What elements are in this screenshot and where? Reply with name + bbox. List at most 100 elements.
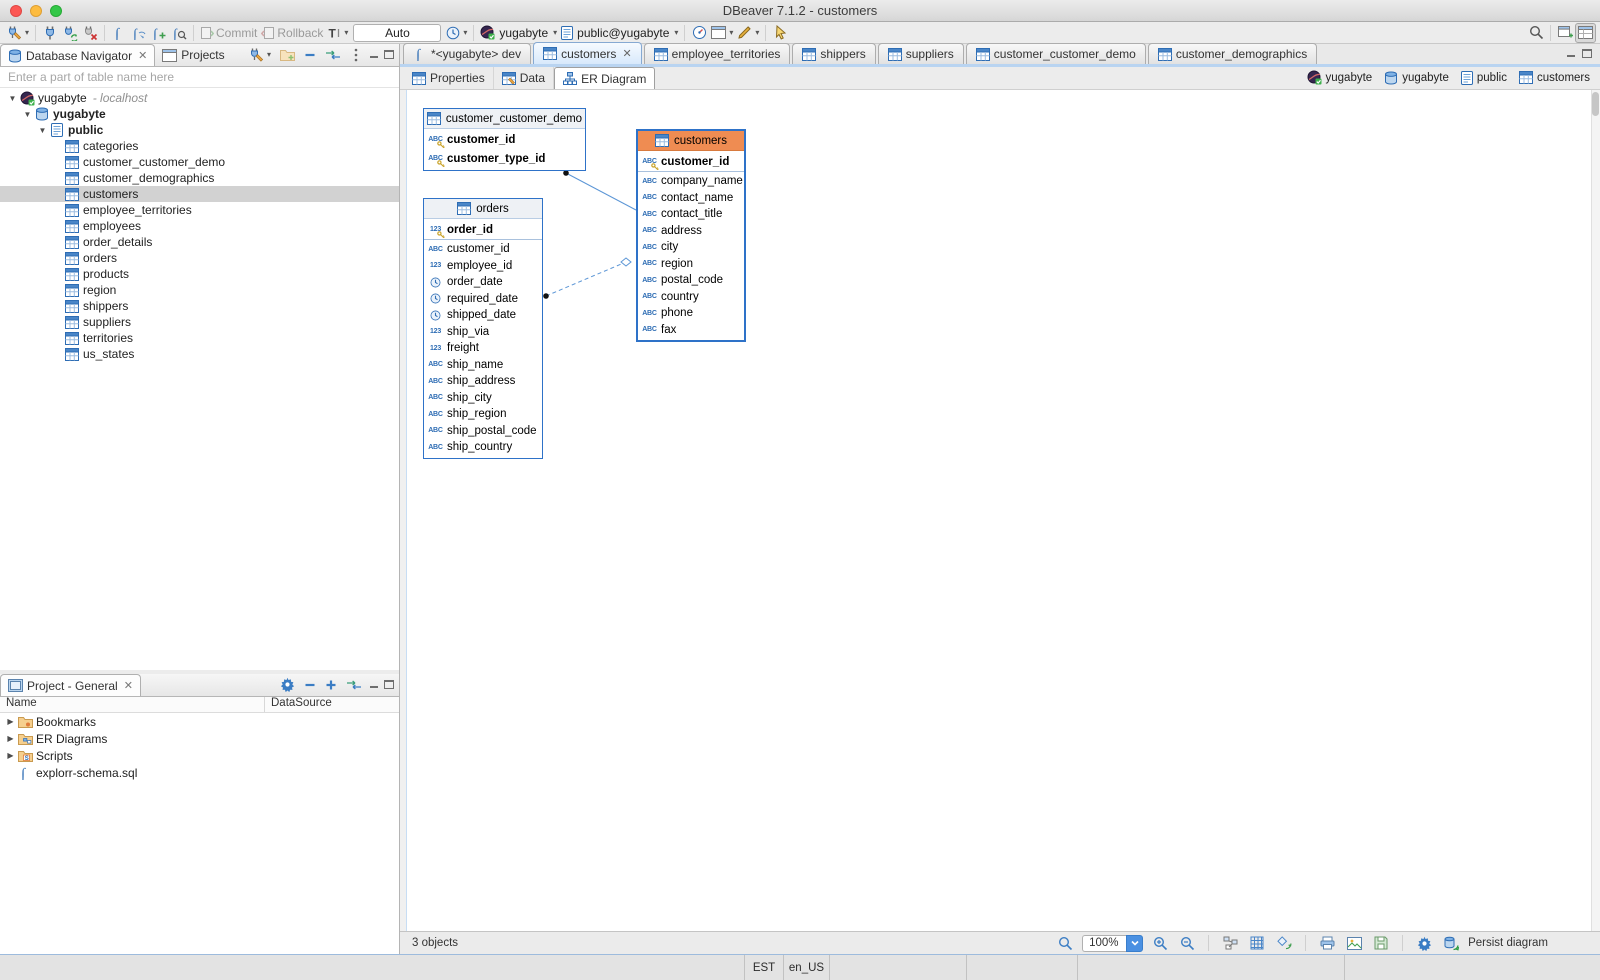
entity-column-company_name[interactable]: ABCcompany_name (638, 173, 744, 190)
entity-column-customer_type_id[interactable]: ABCcustomer_type_id (424, 149, 585, 168)
entity-column-freight[interactable]: 123freight (424, 340, 542, 357)
reconnect-button[interactable] (60, 23, 80, 43)
breadcrumb-yugabyte[interactable]: yugabyte (1384, 71, 1449, 85)
editor-tab-suppliers[interactable]: suppliers (878, 43, 964, 64)
transaction-log-button[interactable]: ▾ (444, 23, 469, 43)
vertical-scrollbar[interactable] (1591, 90, 1600, 931)
tree-item-employees[interactable]: employees (0, 218, 399, 234)
refresh-diagram-button[interactable] (1274, 933, 1294, 953)
sql-find-button[interactable]: ∫ (169, 23, 189, 43)
project-item-Scripts[interactable]: ▶SScripts (0, 747, 399, 764)
expand-arrow-icon[interactable]: ▶ (4, 717, 17, 726)
project-settings-button[interactable] (278, 676, 297, 693)
tab-project-general[interactable]: Project - General ✕ (0, 674, 141, 696)
tree-item-customers[interactable]: customers (0, 186, 399, 202)
minimize-view-button[interactable] (369, 50, 379, 59)
entity-column-customer_id[interactable]: ABCcustomer_id (424, 130, 585, 149)
new-sql-editor-button[interactable]: ∫ (149, 23, 169, 43)
entity-header[interactable]: orders (424, 199, 542, 219)
entity-header[interactable]: customers (638, 131, 744, 151)
zoom-in-button[interactable] (1150, 933, 1170, 953)
subtab-properties[interactable]: Properties (404, 67, 494, 89)
rollback-button[interactable]: Rollback (259, 23, 325, 43)
persist-diagram-button[interactable] (1441, 933, 1461, 953)
entity-column-order_id[interactable]: 123order_id (424, 220, 542, 239)
expand-arrow-icon[interactable]: ▶ (4, 751, 17, 760)
close-view-icon[interactable]: ✕ (138, 49, 147, 62)
maximize-view-button[interactable] (384, 50, 394, 59)
column-datasource[interactable]: DataSource (265, 697, 332, 712)
tree-item-region[interactable]: region (0, 282, 399, 298)
tree-item-us_states[interactable]: us_states (0, 346, 399, 362)
collapse-all-button[interactable] (302, 46, 318, 63)
expand-arrow-icon[interactable]: ▶ (4, 734, 17, 743)
pointer-tool-button[interactable] (770, 23, 790, 43)
sql-recall-button[interactable]: ∫ (129, 23, 149, 43)
entity-column-ship_via[interactable]: 123ship_via (424, 324, 542, 341)
connect-button[interactable] (40, 23, 60, 43)
tree-item-customer_customer_demo[interactable]: customer_customer_demo (0, 154, 399, 170)
project-item-explorr-schema.sql[interactable]: ∫explorr-schema.sql (0, 764, 399, 781)
editor-tab-customer_demographics[interactable]: customer_demographics (1148, 43, 1317, 64)
expand-arrow-icon[interactable]: ▼ (21, 110, 34, 119)
editor-tab-employee_territories[interactable]: employee_territories (644, 43, 791, 64)
entity-column-ship_postal_code[interactable]: ABCship_postal_code (424, 423, 542, 440)
tab-projects[interactable]: Projects (155, 44, 231, 66)
tasks-button[interactable] (689, 23, 709, 43)
toggle-grid-button[interactable] (1247, 933, 1267, 953)
nav-new-connection-button[interactable]: ▾ (246, 46, 273, 63)
entity-column-phone[interactable]: ABCphone (638, 305, 744, 322)
entity-column-contact_name[interactable]: ABCcontact_name (638, 190, 744, 207)
minimize-editor-button[interactable] (1566, 49, 1576, 58)
breadcrumb-yugabyte[interactable]: yugabyte (1307, 70, 1373, 85)
editor-style-button[interactable]: ▾ (735, 23, 761, 43)
tab-database-navigator[interactable]: Database Navigator ✕ (0, 44, 155, 66)
export-image-button[interactable] (1344, 933, 1364, 953)
tree-item-products[interactable]: products (0, 266, 399, 282)
transaction-mode-button[interactable]: T▾ (325, 23, 350, 43)
new-connection-button[interactable]: ▾ (4, 23, 31, 43)
subtab-data[interactable]: Data (494, 67, 554, 89)
view-menu-button[interactable] (348, 46, 364, 63)
print-diagram-button[interactable] (1317, 933, 1337, 953)
open-perspective-button[interactable] (1555, 23, 1575, 43)
editor-tab-yugabytedev[interactable]: ∫*<yugabyte> dev (403, 43, 531, 64)
project-expand-button[interactable] (323, 676, 339, 693)
tree-item-categories[interactable]: categories (0, 138, 399, 154)
expand-arrow-icon[interactable]: ▼ (36, 126, 49, 135)
entity-column-shipped_date[interactable]: shipped_date (424, 307, 542, 324)
active-perspective-button[interactable] (1575, 23, 1596, 43)
tree-item-suppliers[interactable]: suppliers (0, 314, 399, 330)
arrange-diagram-button[interactable] (1220, 933, 1240, 953)
entity-column-ship_city[interactable]: ABCship_city (424, 390, 542, 407)
commit-button[interactable]: Commit (198, 23, 259, 43)
entity-column-ship_name[interactable]: ABCship_name (424, 357, 542, 374)
tree-item-customer_demographics[interactable]: customer_demographics (0, 170, 399, 186)
tree-item-yugabyte[interactable]: ▼yugabyte (0, 106, 399, 122)
commit-mode-combo[interactable]: Auto (353, 24, 441, 42)
entity-column-ship_country[interactable]: ABCship_country (424, 439, 542, 456)
close-view-icon[interactable]: ✕ (124, 679, 133, 692)
connection-selector[interactable]: yugabyte▾ (478, 23, 559, 43)
maximize-editor-button[interactable] (1582, 49, 1592, 58)
breadcrumb-public[interactable]: public (1461, 71, 1507, 85)
maximize-view-button[interactable] (384, 680, 394, 689)
project-item-ER Diagrams[interactable]: ▶ER Diagrams (0, 730, 399, 747)
entity-column-customer_id[interactable]: ABCcustomer_id (424, 241, 542, 258)
disconnect-button[interactable] (80, 23, 100, 43)
entity-column-country[interactable]: ABCcountry (638, 289, 744, 306)
tree-item-yugabyte[interactable]: ▼yugabyte- localhost (0, 90, 399, 106)
editor-tab-customers[interactable]: customers✕ (533, 42, 642, 64)
breadcrumb-customers[interactable]: customers (1519, 71, 1590, 84)
zoom-level-combo[interactable]: 100% (1082, 935, 1143, 952)
tree-item-territories[interactable]: territories (0, 330, 399, 346)
link-with-editor-button[interactable] (323, 46, 343, 63)
subtab-er-diagram[interactable]: ER Diagram (554, 67, 655, 89)
entity-header[interactable]: customer_customer_demo (424, 109, 585, 129)
entity-column-customer_id[interactable]: ABCcustomer_id (638, 152, 744, 171)
tree-item-public[interactable]: ▼public (0, 122, 399, 138)
entity-column-contact_title[interactable]: ABCcontact_title (638, 206, 744, 223)
zoom-dropdown-button[interactable] (1126, 935, 1143, 952)
minimize-view-button[interactable] (369, 680, 379, 689)
zoom-reset-button[interactable] (1055, 933, 1075, 953)
